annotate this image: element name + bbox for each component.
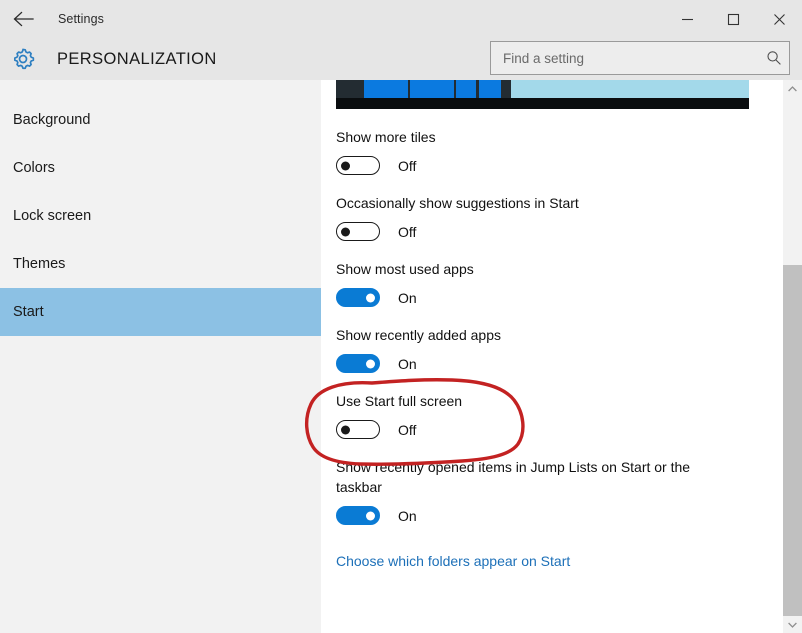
search-input[interactable] [491, 50, 759, 66]
preview-tile [479, 80, 501, 98]
sidebar-item-lock-screen[interactable]: Lock screen [0, 192, 321, 240]
setting-show-more-tiles: Show more tiles Off [336, 127, 782, 175]
setting-label: Show more tiles [336, 129, 436, 145]
toggle-show-recently-added-apps[interactable] [336, 354, 380, 373]
toggle-state-label: Off [398, 421, 417, 438]
setting-label: Occasionally show suggestions in Start [336, 195, 579, 211]
maximize-icon [727, 13, 739, 25]
toggle-knob [341, 161, 350, 170]
sidebar-item-label: Colors [13, 160, 55, 176]
setting-use-start-full-screen: Use Start full screen Off [336, 391, 782, 439]
minimize-icon [681, 18, 693, 20]
minimize-button[interactable] [664, 0, 710, 38]
toggle-show-recently-opened-items[interactable] [336, 506, 380, 525]
window-body: Background Colors Lock screen Themes Sta… [0, 80, 802, 633]
toggle-knob [341, 425, 350, 434]
search-box[interactable] [490, 41, 790, 75]
setting-show-recently-opened-items: Show recently opened items in Jump Lists… [336, 457, 782, 525]
toggle-row: Off [336, 156, 782, 175]
back-arrow-icon [13, 11, 34, 27]
sidebar-item-label: Start [13, 304, 44, 320]
setting-occasionally-show-suggestions: Occasionally show suggestions in Start O… [336, 193, 782, 241]
toggle-show-more-tiles[interactable] [336, 156, 380, 175]
sidebar-item-label: Background [13, 112, 91, 128]
scrollbar-thumb[interactable] [783, 265, 802, 616]
settings-list: Show more tiles Off Occasionally show su… [321, 80, 802, 571]
toggle-knob [366, 293, 375, 302]
toggle-occasionally-show-suggestions[interactable] [336, 222, 380, 241]
toggle-state-label: On [398, 355, 417, 372]
sidebar-item-label: Lock screen [13, 208, 92, 224]
sidebar-item-start[interactable]: Start [0, 288, 321, 336]
toggle-show-most-used-apps[interactable] [336, 288, 380, 307]
title-bar: Settings [0, 0, 802, 38]
settings-window: Settings PERSONALIZATION Find a setting … [0, 0, 802, 633]
toggle-knob [341, 227, 350, 236]
gear-icon [14, 48, 35, 70]
magnifier-glyph [767, 51, 781, 65]
maximize-button[interactable] [710, 0, 756, 38]
content-scrollbar[interactable] [783, 80, 802, 633]
settings-icon-wrap [0, 46, 46, 72]
sidebar-item-themes[interactable]: Themes [0, 240, 321, 288]
chevron-down-icon [788, 622, 797, 628]
search-icon[interactable] [759, 50, 789, 66]
preview-wallpaper-area [511, 80, 749, 98]
scroll-down-arrow-icon[interactable] [783, 616, 802, 633]
sidebar-item-label: Themes [13, 256, 66, 272]
setting-show-recently-added-apps: Show recently added apps On [336, 325, 782, 373]
page-header: PERSONALIZATION [0, 38, 802, 80]
setting-label: Show recently added apps [336, 327, 501, 343]
preview-tile [410, 80, 454, 98]
start-preview-image [336, 80, 749, 109]
chevron-up-icon [788, 85, 797, 91]
window-title: Settings [58, 12, 104, 26]
toggle-state-label: On [398, 507, 417, 524]
sidebar-item-background[interactable]: Background [0, 96, 321, 144]
toggle-row: On [336, 354, 782, 373]
preview-tile [364, 80, 408, 98]
setting-label: Show recently opened items in Jump Lists… [336, 459, 691, 495]
scroll-up-arrow-icon[interactable] [783, 80, 802, 97]
toggle-state-label: Off [398, 223, 417, 240]
toggle-row: On [336, 506, 782, 525]
close-button[interactable] [756, 0, 802, 38]
sidebar-nav: Background Colors Lock screen Themes Sta… [0, 80, 321, 633]
choose-folders-link[interactable]: Choose which folders appear on Start [336, 553, 570, 569]
window-controls [664, 0, 802, 38]
setting-show-most-used-apps: Show most used apps On [336, 259, 782, 307]
sidebar-item-colors[interactable]: Colors [0, 144, 321, 192]
preview-taskbar [336, 98, 749, 109]
toggle-row: Off [336, 420, 782, 439]
setting-label: Show most used apps [336, 261, 474, 277]
close-icon [773, 13, 785, 25]
toggle-state-label: Off [398, 157, 417, 174]
back-button[interactable] [0, 0, 46, 38]
preview-tile [456, 80, 476, 98]
toggle-use-start-full-screen[interactable] [336, 420, 380, 439]
toggle-state-label: On [398, 289, 417, 306]
setting-label: Use Start full screen [336, 393, 463, 409]
toggle-row: Off [336, 222, 782, 241]
toggle-row: On [336, 288, 782, 307]
settings-content: Show more tiles Off Occasionally show su… [321, 80, 802, 633]
toggle-knob [366, 359, 375, 368]
toggle-knob [366, 511, 375, 520]
page-title: PERSONALIZATION [57, 49, 217, 68]
